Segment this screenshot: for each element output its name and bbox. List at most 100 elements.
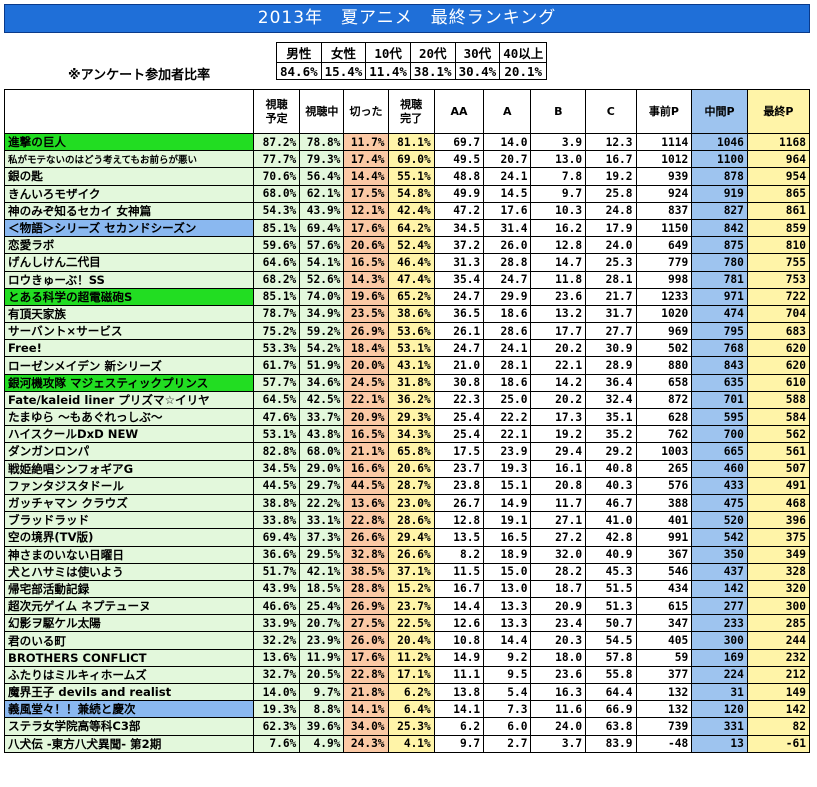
table-cell: 1012 xyxy=(635,150,693,169)
table-cell: 54.1% xyxy=(299,253,345,272)
table-cell: 212 xyxy=(746,665,811,685)
table-cell: 474 xyxy=(691,304,748,324)
table-cell: 19.6% xyxy=(343,287,389,306)
table-cell: 19.3 xyxy=(483,459,532,478)
table-cell: 26.6% xyxy=(387,545,435,564)
table-cell: 30.8 xyxy=(433,373,485,392)
table-cell: 24.3% xyxy=(343,734,389,753)
table-cell: 300 xyxy=(746,597,811,616)
table-cell: 28.1 xyxy=(483,356,532,375)
table-cell: 20.2 xyxy=(530,390,587,410)
table-cell: 83.9 xyxy=(585,734,637,753)
column-header: C xyxy=(585,89,637,134)
table-cell: 842 xyxy=(691,218,748,238)
table-cell: 28.8% xyxy=(343,579,389,599)
table-cell: 24.7 xyxy=(433,339,485,358)
table-cell: 22.2 xyxy=(483,407,532,427)
table-cell: 52.6% xyxy=(299,270,345,289)
table-cell: 24.0 xyxy=(530,717,587,736)
table-cell: 56.4% xyxy=(299,167,345,186)
table-cell: 13.2 xyxy=(530,304,587,324)
table-cell: 7.8 xyxy=(530,167,587,186)
table-cell: 17.4% xyxy=(343,150,389,169)
table-cell: 49.9 xyxy=(433,184,485,203)
table-cell: 78.7% xyxy=(253,304,301,324)
column-header: 視聴 完了 xyxy=(387,89,435,134)
table-cell: 22.3 xyxy=(433,390,485,410)
table-cell: 59 xyxy=(635,648,693,667)
table-row: ふたりはミルキィホームズ 32.7% 20.5% 22.8% 17.1% 11.1 9.5 2… xyxy=(3,665,811,685)
table-cell: 20.6% xyxy=(387,459,435,478)
table-cell: 8.8% xyxy=(299,700,345,719)
table-cell: 40.3 xyxy=(585,476,637,495)
table-cell: 31.4 xyxy=(483,218,532,238)
anime-title: Free! xyxy=(3,339,255,358)
table-cell: 25.8 xyxy=(585,184,637,203)
table-cell: -61 xyxy=(746,734,811,753)
table-cell: 21.7 xyxy=(585,287,637,306)
table-cell: 29.2 xyxy=(585,442,637,461)
table-cell: 18.9 xyxy=(483,545,532,564)
table-cell: 18.6 xyxy=(483,373,532,392)
table-cell: 15.2% xyxy=(387,579,435,599)
table-cell: 779 xyxy=(635,253,693,272)
demographic-header: 10代 xyxy=(365,42,411,63)
table-cell: 1233 xyxy=(635,287,693,306)
anime-title: げんしけん二代目 xyxy=(3,253,255,272)
table-cell: 14.2 xyxy=(530,373,587,392)
table-cell: -48 xyxy=(635,734,693,753)
table-row: 帰宅部活動記録 43.9% 18.5% 28.8% 15.2% 16.7 13.0 18.7 5… xyxy=(3,579,811,599)
table-cell: 546 xyxy=(635,562,693,581)
table-cell: 142 xyxy=(691,579,748,599)
table-cell: 9.7 xyxy=(433,734,485,753)
table-row: 戦姫絶唱シンフォギアG 34.5% 29.0% 16.6% 20.6% 23.7 19.3 1… xyxy=(3,459,811,478)
table-cell: 33.7% xyxy=(299,407,345,427)
table-cell: 265 xyxy=(635,459,693,478)
table-cell: 20.9 xyxy=(530,597,587,616)
table-cell: 232 xyxy=(746,648,811,667)
anime-title: たまゆら ～もあぐれっしぶ～ xyxy=(3,407,255,427)
table-cell: 32.4 xyxy=(585,390,637,410)
table-cell: 57.6% xyxy=(299,236,345,255)
table-cell: 39.6% xyxy=(299,717,345,736)
table-cell: 34.3% xyxy=(387,425,435,444)
anime-title: 恋愛ラボ xyxy=(3,236,255,255)
table-cell: 6.2 xyxy=(433,717,485,736)
table-cell: 26.1 xyxy=(433,322,485,341)
table-cell: 781 xyxy=(691,270,748,289)
table-cell: 859 xyxy=(746,218,811,238)
table-cell: 9.7 xyxy=(530,184,587,203)
table-cell: 755 xyxy=(746,253,811,272)
table-cell: 377 xyxy=(635,665,693,685)
table-cell: 13 xyxy=(691,734,748,753)
table-cell: 48.8 xyxy=(433,167,485,186)
table-cell: 14.9 xyxy=(483,493,532,513)
table-cell: 51.3 xyxy=(585,597,637,616)
table-cell: 1046 xyxy=(691,132,748,152)
table-cell: 10.3 xyxy=(530,201,587,220)
table-cell: 25.0 xyxy=(483,390,532,410)
table-cell: 77.7% xyxy=(253,150,301,169)
anime-title: 犬とハサミは使いよう xyxy=(3,562,255,581)
table-cell: 79.3% xyxy=(299,150,345,169)
table-cell: 700 xyxy=(691,425,748,444)
table-cell: 367 xyxy=(635,545,693,564)
table-cell: 11.7% xyxy=(343,132,389,152)
table-row: 神のみぞ知るセカイ 女神篇 54.3% 43.9% 12.1% 42.4% 47.2 17.… xyxy=(3,201,811,220)
table-cell: 1168 xyxy=(746,132,811,152)
table-cell: 20.0% xyxy=(343,356,389,375)
anime-title: 神のみぞ知るセカイ 女神篇 xyxy=(3,201,255,220)
ranking-table: 視聴 予定 視聴中 切った 視聴 完了 AA A B C 事前P 中間P 最終P 進撃の巨人 87.2% 7… xyxy=(3,89,811,753)
table-cell: 23.7 xyxy=(433,459,485,478)
table-cell: 14.4% xyxy=(343,167,389,186)
table-cell: 35.2 xyxy=(585,425,637,444)
table-cell: 7.6% xyxy=(253,734,301,753)
table-cell: 762 xyxy=(635,425,693,444)
table-cell: 285 xyxy=(746,614,811,633)
table-cell: 17.5 xyxy=(433,442,485,461)
table-cell: 15.1 xyxy=(483,476,532,495)
table-cell: 3.9 xyxy=(530,132,587,152)
table-cell: 331 xyxy=(691,717,748,736)
table-cell: 24.8 xyxy=(585,201,637,220)
table-cell: 20.4% xyxy=(387,631,435,650)
